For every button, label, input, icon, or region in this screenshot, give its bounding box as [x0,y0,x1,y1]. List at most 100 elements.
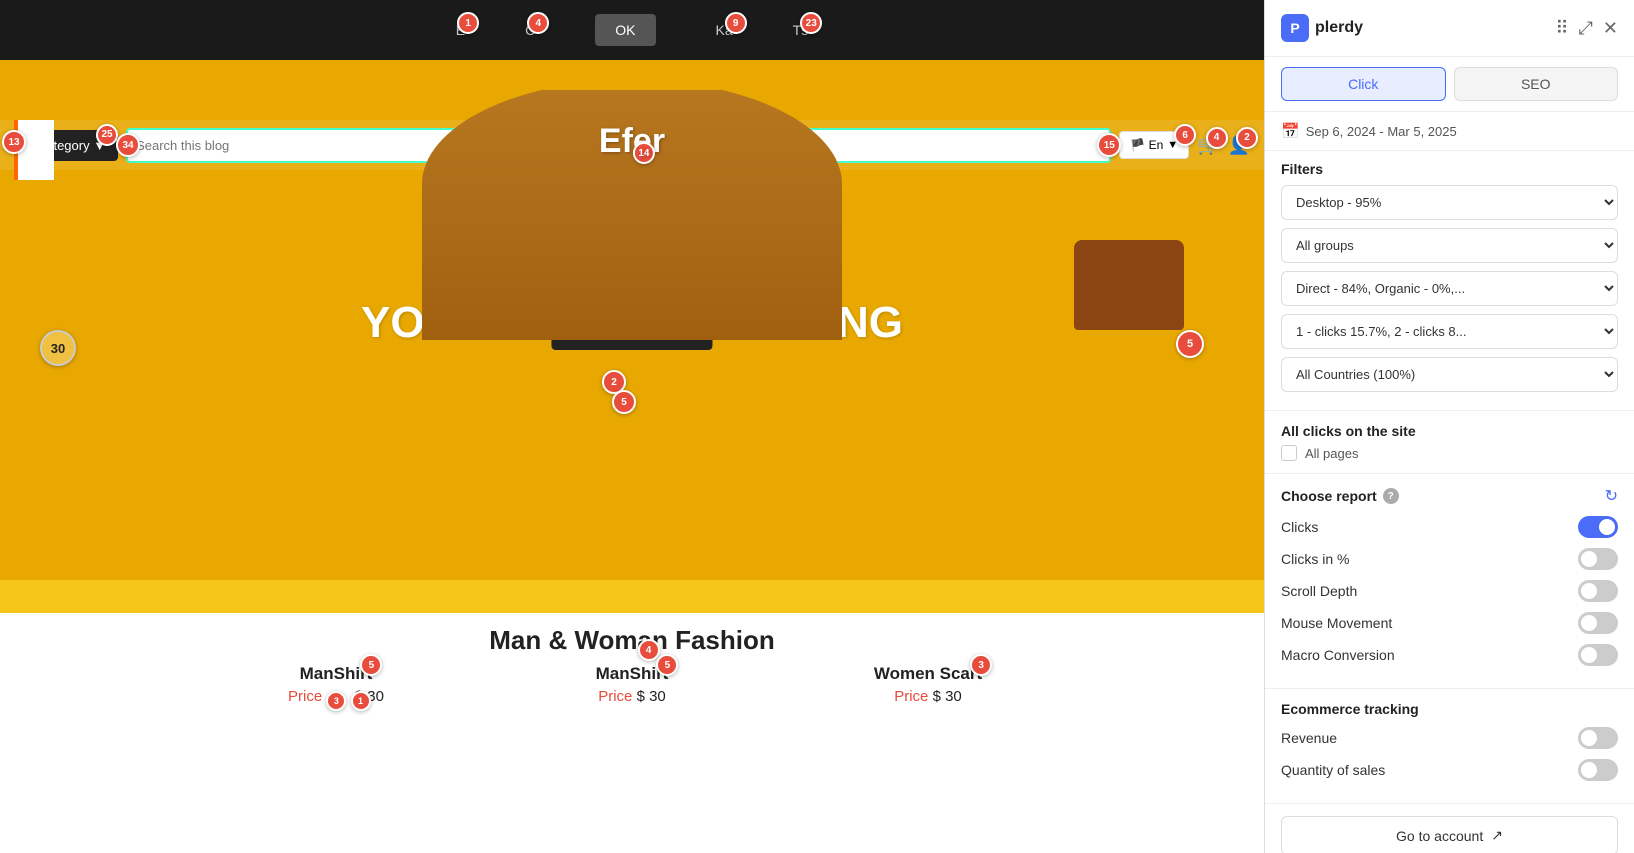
mouse-movement-toggle-row: Mouse Movement [1281,612,1618,634]
go-to-account-footer: Go to account ↗ [1265,803,1634,853]
calendar-icon: 📅 [1281,122,1300,140]
product-card-2: Man5Shirt Price $ 30 [492,664,772,705]
badge-person: 2 [1236,127,1258,149]
traffic-filter[interactable]: Direct - 84%, Organic - 0%,... [1281,271,1618,306]
macro-conversion-toggle[interactable] [1578,644,1618,666]
badge-4-title: 4 [638,639,660,661]
plerdy-header: P plerdy ⠿ ⤢ ✕ [1265,0,1634,57]
refresh-button[interactable]: ↻ [1605,486,1618,506]
date-range-row: 📅 Sep 6, 2024 - Mar 5, 2025 [1265,112,1634,151]
badge-14: 14 [633,142,655,164]
clicks-label: Clicks [1281,519,1318,535]
product-name-3: Wom3en Scart [874,664,982,684]
website-area: E1 C4 OK K9a T23s 13 Ef 14 er [0,0,1264,853]
products-title: Man & Wom 4 an Fashion [0,613,1264,656]
nav-item-k[interactable]: K9a [716,22,733,38]
ecommerce-title: Ecommerce tracking [1281,701,1618,717]
mouse-movement-label: Mouse Movement [1281,615,1392,631]
site-logo: Ef 14 er [599,122,665,161]
nav-item-e[interactable]: E1 [456,22,465,38]
badge-30: 30 [40,330,76,366]
clicks-pct-toggle-row: Clicks in % [1281,548,1618,570]
expand-button[interactable]: ⤢ [1579,18,1593,39]
scroll-depth-toggle-row: Scroll Depth [1281,580,1618,602]
badge-5-right: 5 [1176,330,1204,358]
badge-5-center: 5 [612,390,636,414]
choose-report-title: Choose report ? ↻ [1281,486,1618,506]
scroll-depth-toggle[interactable] [1578,580,1618,602]
products-section: Man & Wom 4 an Fashion Man5Shirt Price 3… [0,613,1264,853]
scroll-depth-label: Scroll Depth [1281,583,1357,599]
quantity-toggle-row: Quantity of sales [1281,759,1618,781]
badge-13: 13 [2,130,26,154]
hero-section: 13 Ef 14 er All C25tegory ▼ 34 15 🏴 En ▼… [0,60,1264,580]
countries-filter[interactable]: All Countries (100%) [1281,357,1618,392]
plerdy-logo-icon: P [1281,14,1309,42]
badge-cart: 4 [1206,127,1228,149]
product-card-1: Man5Shirt Price 3 1 $ 30 [196,664,476,705]
revenue-label: Revenue [1281,730,1337,746]
badge-25: 25 [96,124,118,146]
groups-filter[interactable]: All groups [1281,228,1618,263]
product-price-3: Price $ 30 [788,688,1068,705]
help-icon[interactable]: ? [1383,488,1399,504]
tab-seo[interactable]: SEO [1454,67,1619,101]
product-card-3: Wom3en Scart Price $ 30 [788,664,1068,705]
clicks-pct-toggle[interactable] [1578,548,1618,570]
badge-1-p1: 1 [351,691,371,711]
revenue-toggle[interactable] [1578,727,1618,749]
plerdy-panel: P plerdy ⠿ ⤢ ✕ Click SEO 📅 Sep 6, 2024 -… [1264,0,1634,853]
all-clicks-section: All clicks on the site All pages [1265,411,1634,474]
clicks-pct-label: Clicks in % [1281,551,1349,567]
plerdy-logo-text: plerdy [1315,19,1363,37]
badge-1: 1 [457,12,479,34]
close-button[interactable]: ✕ [1603,18,1618,39]
plerdy-header-actions: ⠿ ⤢ ✕ [1555,18,1618,39]
product-cards-row: Man5Shirt Price 3 1 $ 30 Man5Shirt [0,664,1264,705]
clicks-toggle-row: Clicks [1281,516,1618,538]
badge-4: 4 [527,12,549,34]
plerdy-logo: P plerdy [1281,14,1363,42]
device-filter[interactable]: Desktop - 95% [1281,185,1618,220]
date-range-text: Sep 6, 2024 - Mar 5, 2025 [1306,124,1457,139]
badge-9: 9 [725,12,747,34]
product-name-1: Man5Shirt [300,664,373,684]
product-name-2: Man5Shirt [596,664,669,684]
mouse-movement-toggle[interactable] [1578,612,1618,634]
choose-report-section: Choose report ? ↻ Clicks Clicks in % Scr… [1265,474,1634,689]
badge-15: 15 [1097,133,1121,157]
product-price-1: Price 3 1 $ 30 [196,688,476,705]
clicks-toggle[interactable] [1578,516,1618,538]
product-price-2: Price $ 30 [492,688,772,705]
ecommerce-section: Ecommerce tracking Revenue Quantity of s… [1265,689,1634,803]
plerdy-tabs: Click SEO [1265,57,1634,112]
badge-5-p1: 5 [360,654,382,676]
dots-icon[interactable]: ⠿ [1555,18,1568,39]
choose-report-label: Choose report [1281,488,1377,504]
badge-5-p2: 5 [656,654,678,676]
filters-section: Filters Desktop - 95% All groups Direct … [1265,151,1634,411]
badge-6: 6 [1174,124,1196,146]
tab-click[interactable]: Click [1281,67,1446,101]
left-stripe: 13 [14,120,54,180]
all-clicks-title: All clicks on the site [1281,423,1618,439]
go-to-account-label: Go to account [1396,828,1483,844]
badge-23: 23 [800,12,822,34]
clicks-filter[interactable]: 1 - clicks 15.7%, 2 - clicks 8... [1281,314,1618,349]
revenue-toggle-row: Revenue [1281,727,1618,749]
top-nav-bar: E1 C4 OK K9a T23s [0,0,1264,60]
filters-title: Filters [1281,161,1618,177]
nav-item-t[interactable]: T23s [793,22,809,38]
macro-conversion-label: Macro Conversion [1281,647,1395,663]
all-pages-checkbox[interactable] [1281,445,1297,461]
quantity-label: Quantity of sales [1281,762,1385,778]
all-pages-row: All pages [1281,445,1618,461]
external-link-icon: ↗ [1491,827,1503,844]
quantity-toggle[interactable] [1578,759,1618,781]
nav-item-c[interactable]: C4 [525,22,535,38]
go-to-account-button[interactable]: Go to account ↗ [1281,816,1618,853]
ok-button[interactable]: OK [595,14,655,46]
badge-3-p3: 3 [970,654,992,676]
all-pages-label: All pages [1305,446,1358,461]
macro-conversion-toggle-row: Macro Conversion [1281,644,1618,666]
